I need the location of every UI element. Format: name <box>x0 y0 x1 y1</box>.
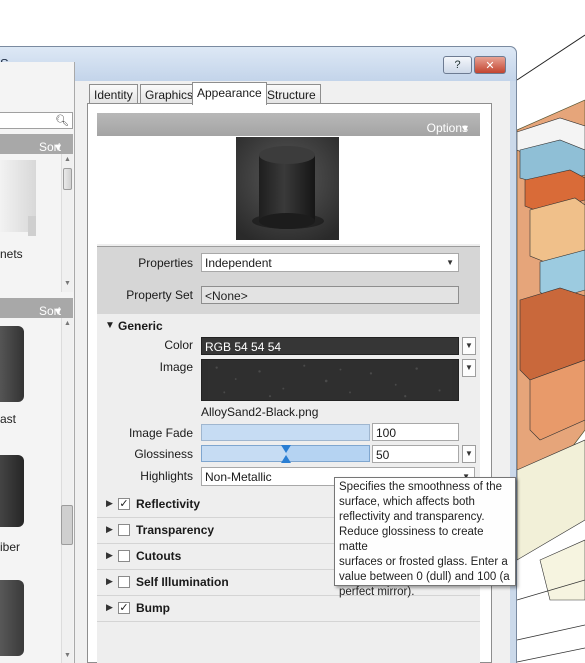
image-texture-field[interactable] <box>201 359 459 401</box>
divider <box>97 621 480 622</box>
property-set-label: Property Set <box>126 288 193 302</box>
chevron-down-icon: ▼ <box>465 341 473 350</box>
tab-structure[interactable]: Structure <box>262 84 321 104</box>
expand-triangle-icon[interactable]: ▶ <box>106 602 113 613</box>
expand-triangle-icon[interactable]: ▶ <box>106 550 113 561</box>
chevron-down-icon: ▼ <box>465 449 473 458</box>
reflectivity-checkbox[interactable]: ✓ <box>118 498 130 510</box>
image-fade-input[interactable]: 100 <box>372 423 459 441</box>
chevron-down-icon: ▼ <box>446 258 454 267</box>
image-fade-label: Image Fade <box>128 426 193 440</box>
scroll-thumb[interactable] <box>63 168 72 190</box>
divider <box>97 595 480 596</box>
self-illumination-header[interactable]: Self Illumination <box>136 575 229 589</box>
color-label: Color <box>164 338 193 352</box>
material-thumbnail[interactable] <box>0 326 24 402</box>
scroll-thumb[interactable] <box>61 505 73 545</box>
properties-value: Independent <box>205 256 272 270</box>
generic-header[interactable]: Generic <box>118 319 163 333</box>
expand-triangle-icon[interactable]: ▶ <box>106 576 113 587</box>
title-bar[interactable]: S ? ✕ <box>0 47 516 81</box>
image-filename[interactable]: AlloySand2-Black.png <box>201 405 318 419</box>
close-icon: ✕ <box>485 59 495 72</box>
glossiness-input[interactable]: 50 <box>372 445 459 463</box>
tab-appearance[interactable]: Appearance <box>192 82 267 105</box>
chevron-down-icon: ▾ <box>461 121 468 135</box>
glossiness-slider-fill <box>202 446 286 461</box>
material-label[interactable]: iber <box>0 540 20 554</box>
help-icon: ? <box>454 59 461 71</box>
transparency-checkbox[interactable] <box>118 524 130 536</box>
glossiness-options-button[interactable]: ▼ <box>462 445 476 463</box>
search-icon[interactable]: 🔍︎ <box>55 114 69 127</box>
material-label[interactable]: nets <box>0 247 23 261</box>
scroll-up-icon[interactable]: ▲ <box>64 156 71 163</box>
scrollbar-top[interactable]: ▲ ▼ <box>61 154 73 292</box>
bump-checkbox[interactable]: ✓ <box>118 602 130 614</box>
tab-identity[interactable]: Identity <box>89 84 138 104</box>
self-illumination-checkbox[interactable] <box>118 576 130 588</box>
chevron-down-icon: ▾ <box>54 304 61 318</box>
material-label[interactable]: ast <box>0 412 16 426</box>
properties-dropdown[interactable]: Independent ▼ <box>201 253 459 272</box>
options-menu[interactable]: Options ▾ <box>97 113 480 136</box>
sort-dropdown-bottom[interactable]: Sort ▾ <box>0 298 73 318</box>
chevron-down-icon: ▾ <box>54 140 61 154</box>
expand-triangle-icon[interactable]: ▶ <box>106 498 113 509</box>
property-set-field[interactable]: <None> <box>201 286 459 304</box>
bump-header[interactable]: Bump <box>136 601 170 615</box>
image-fade-slider[interactable] <box>201 424 370 441</box>
highlights-label: Highlights <box>140 469 193 483</box>
search-input[interactable]: 🔍︎ <box>0 112 73 129</box>
image-fade-slider-fill <box>202 425 369 440</box>
image-options-button[interactable]: ▼ <box>462 359 476 377</box>
chevron-down-icon: ▼ <box>465 363 473 372</box>
sort-dropdown-top[interactable]: Sort ▾ <box>0 134 73 154</box>
color-field[interactable]: RGB 54 54 54 <box>201 337 459 355</box>
glossiness-slider-marker[interactable] <box>281 455 291 463</box>
scroll-down-icon[interactable]: ▼ <box>64 652 71 659</box>
transparency-header[interactable]: Transparency <box>136 523 214 537</box>
help-button[interactable]: ? <box>443 56 472 74</box>
properties-label: Properties <box>138 256 193 270</box>
material-thumbnail[interactable] <box>0 580 24 656</box>
reflectivity-header[interactable]: Reflectivity <box>136 497 200 511</box>
tab-graphics[interactable]: Graphics <box>140 84 199 104</box>
cutouts-checkbox[interactable] <box>118 550 130 562</box>
glossiness-slider-marker[interactable] <box>281 445 291 453</box>
close-button[interactable]: ✕ <box>474 56 506 74</box>
image-label: Image <box>159 360 193 374</box>
expand-triangle-icon[interactable]: ▶ <box>106 524 113 535</box>
material-thumbnail[interactable] <box>0 455 24 527</box>
glossiness-tooltip: Specifies the smoothness of the surface,… <box>334 477 516 598</box>
cutouts-header[interactable]: Cutouts <box>136 549 181 563</box>
thumbnail-detail <box>28 216 36 236</box>
material-preview-image[interactable] <box>236 137 339 240</box>
scroll-up-icon[interactable]: ▲ <box>64 320 71 327</box>
expand-triangle-icon[interactable]: ▼ <box>105 320 115 331</box>
scrollbar-bottom[interactable]: ▲ ▼ <box>61 318 73 663</box>
scroll-down-icon[interactable]: ▼ <box>64 280 71 287</box>
highlights-value: Non-Metallic <box>205 470 272 484</box>
glossiness-slider[interactable] <box>201 445 370 463</box>
color-options-button[interactable]: ▼ <box>462 337 476 355</box>
glossiness-label: Glossiness <box>134 447 193 461</box>
